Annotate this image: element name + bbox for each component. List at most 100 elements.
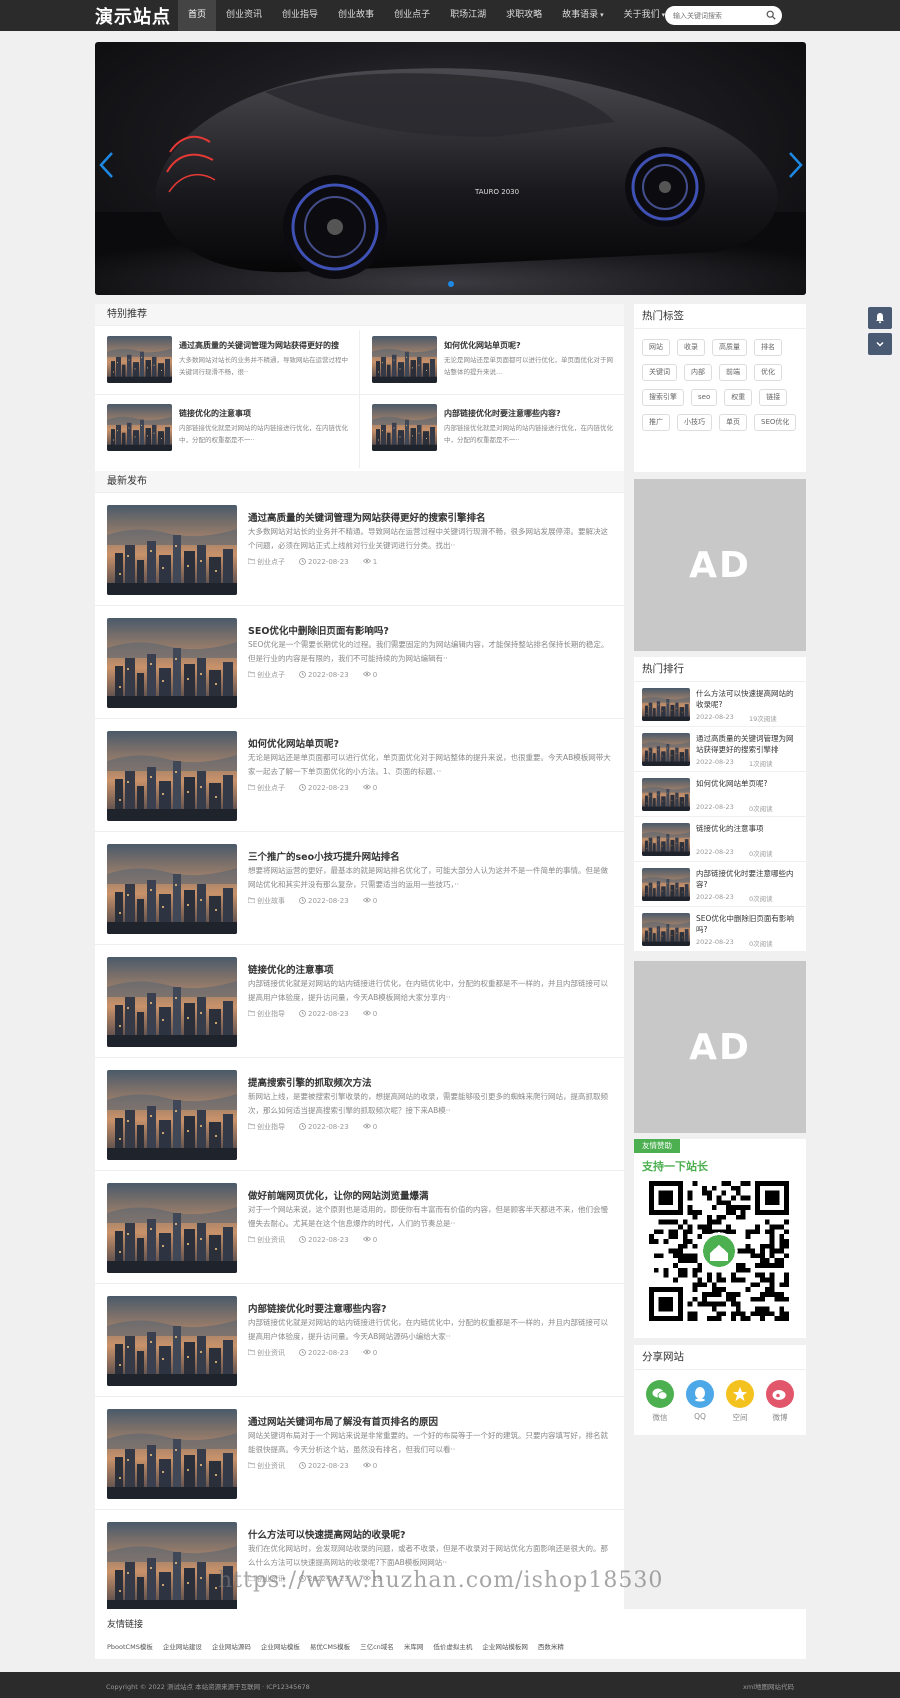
news-item[interactable]: 提高搜索引擎的抓取频次方法 新网站上线，是要被搜索引擎收录的，想提高网站的收录，需…: [95, 1058, 624, 1171]
article-thumbnail[interactable]: [642, 778, 690, 811]
hot-item[interactable]: 通过高质量的关键词管理为网站获得更好的搜索引擎排 2022-08-23 1次阅读: [634, 727, 806, 772]
share-weibo-button[interactable]: 微博: [766, 1380, 794, 1423]
news-title[interactable]: 做好前端网页优化，让你的网站浏览量爆满: [248, 1188, 613, 1202]
special-item-title[interactable]: 如何优化网站单页呢?: [444, 340, 616, 351]
article-thumbnail[interactable]: [107, 1522, 237, 1612]
special-item[interactable]: 如何优化网站单页呢? 无论是网站还是单页面都可以进行优化，单页面优化对于网站整体的…: [360, 330, 624, 392]
banner-next-arrow[interactable]: [785, 150, 805, 180]
friendly-link[interactable]: 企业网站源码: [212, 1641, 251, 1651]
tag-item[interactable]: 前端: [719, 364, 747, 381]
share-qzone-button[interactable]: 空间: [726, 1380, 754, 1423]
special-item[interactable]: 通过高质量的关键词管理为网站获得更好的搜 大多数网站对站长的业务并不精通，导致网站…: [95, 330, 359, 392]
nav-item[interactable]: 创业故事: [328, 0, 384, 31]
news-title[interactable]: 链接优化的注意事项: [248, 962, 613, 976]
article-thumbnail[interactable]: [107, 618, 237, 708]
special-item-title[interactable]: 链接优化的注意事项: [179, 408, 351, 419]
hot-item[interactable]: 链接优化的注意事项 2022-08-23 0次阅读: [634, 817, 806, 862]
article-thumbnail[interactable]: [642, 913, 690, 946]
friendly-link[interactable]: 西数米精: [538, 1641, 564, 1651]
article-thumbnail[interactable]: [107, 1409, 237, 1499]
article-thumbnail[interactable]: [107, 336, 172, 383]
nav-item[interactable]: 求职攻略: [496, 0, 552, 31]
nav-item[interactable]: 故事语录 ▾: [552, 0, 614, 31]
news-item[interactable]: 做好前端网页优化，让你的网站浏览量爆满 对于一个网站来说，这个原则也是适用的，即使…: [95, 1171, 624, 1284]
article-thumbnail[interactable]: [107, 1070, 237, 1160]
tag-item[interactable]: 内部: [684, 364, 712, 381]
nav-item[interactable]: 创业指导: [272, 0, 328, 31]
news-item[interactable]: 什么方法可以快速提高网站的收录呢? 我们在优化网站时，会发现网站收录的问题，或者不…: [95, 1510, 624, 1623]
news-item[interactable]: 链接优化的注意事项 内部链接优化就是对网站的站内链接进行优化，在内链优化中，分配的…: [95, 945, 624, 1058]
search-input[interactable]: [665, 6, 782, 25]
search-icon[interactable]: [766, 10, 776, 20]
tag-item[interactable]: 小技巧: [677, 414, 712, 431]
hot-item[interactable]: SEO优化中删除旧页面有影响吗? 2022-08-23 0次阅读: [634, 907, 806, 952]
hot-item[interactable]: 什么方法可以快速提高网站的收录呢? 2022-08-23 19次阅读: [634, 682, 806, 727]
hot-item-title[interactable]: 如何优化网站单页呢?: [696, 778, 800, 800]
article-thumbnail[interactable]: [107, 731, 237, 821]
news-title[interactable]: 如何优化网站单页呢?: [248, 736, 613, 750]
tag-item[interactable]: 推广: [642, 414, 670, 431]
article-thumbnail[interactable]: [107, 505, 237, 595]
nav-item[interactable]: 首页: [178, 0, 217, 31]
news-title[interactable]: 提高搜索引擎的抓取频次方法: [248, 1075, 613, 1089]
nav-item[interactable]: 创业点子: [384, 0, 440, 31]
tag-item[interactable]: 权重: [724, 389, 753, 406]
nav-item[interactable]: 创业资讯: [216, 0, 272, 31]
friendly-link[interactable]: 三亿cn域名: [360, 1641, 394, 1651]
tag-item[interactable]: 关键词: [642, 364, 677, 381]
hot-item-title[interactable]: 内部链接优化时要注意哪些内容?: [696, 868, 800, 890]
article-thumbnail[interactable]: [642, 733, 690, 766]
news-item[interactable]: 内部链接优化时要注意哪些内容? 内部链接优化就是对网站的站内链接进行优化，在内链优…: [95, 1284, 624, 1397]
friendly-link[interactable]: 企业网站建设: [163, 1641, 202, 1651]
hot-item-title[interactable]: 通过高质量的关键词管理为网站获得更好的搜索引擎排: [696, 733, 800, 755]
friendly-link[interactable]: 低价虚拟主机: [433, 1641, 472, 1651]
news-category[interactable]: 创业故事: [247, 896, 285, 906]
tag-item[interactable]: 排名: [754, 339, 782, 356]
article-thumbnail[interactable]: [642, 868, 690, 901]
article-thumbnail[interactable]: [107, 1183, 237, 1273]
float-notify-button[interactable]: [868, 307, 892, 329]
news-category[interactable]: 创业点子: [247, 557, 285, 567]
hot-item-title[interactable]: 什么方法可以快速提高网站的收录呢?: [696, 688, 800, 710]
nav-item[interactable]: 职场江湖: [440, 0, 496, 31]
special-item-title[interactable]: 内部链接优化时要注意哪些内容?: [444, 408, 616, 419]
tag-item[interactable]: 高质量: [712, 339, 747, 356]
article-thumbnail[interactable]: [372, 404, 437, 451]
news-item[interactable]: 三个推广的seo小技巧提升网站排名 想要将网站运营的更好，最基本的就是网站排名优化…: [95, 832, 624, 945]
hot-item[interactable]: 内部链接优化时要注意哪些内容? 2022-08-23 0次阅读: [634, 862, 806, 907]
friendly-link[interactable]: 易优CMS模板: [310, 1641, 350, 1651]
tag-item[interactable]: 搜索引擎: [642, 389, 684, 406]
news-item[interactable]: SEO优化中删除旧页面有影响吗? SEO优化是一个需要长期优化的过程。我们需要固定…: [95, 606, 624, 719]
news-item[interactable]: 通过网站关键词布局了解没有首页排名的原因 网站关键词布局对于一个网站来说是非常重要…: [95, 1397, 624, 1510]
news-title[interactable]: 三个推广的seo小技巧提升网站排名: [248, 849, 613, 863]
site-logo[interactable]: 演示站点: [95, 3, 171, 29]
news-item[interactable]: 如何优化网站单页呢? 无论是网站还是单页面都可以进行优化，单页面优化对于网站整体的…: [95, 719, 624, 832]
sitemap-link[interactable]: xml地图网站代码: [743, 1681, 794, 1691]
news-title[interactable]: 什么方法可以快速提高网站的收录呢?: [248, 1527, 613, 1541]
article-thumbnail[interactable]: [372, 336, 437, 383]
article-thumbnail[interactable]: [107, 1296, 237, 1386]
tag-item[interactable]: 优化: [754, 364, 782, 381]
tag-item[interactable]: 单页: [719, 414, 747, 431]
friendly-link[interactable]: PbootCMS模板: [107, 1641, 153, 1651]
tag-item[interactable]: 收录: [677, 339, 705, 356]
tag-item[interactable]: 网站: [642, 339, 670, 356]
article-thumbnail[interactable]: [642, 823, 690, 856]
float-scroll-button[interactable]: [868, 333, 892, 355]
banner-slider[interactable]: TAURO 2030: [95, 42, 806, 295]
ad-banner[interactable]: AD: [634, 479, 806, 651]
special-item[interactable]: 内部链接优化时要注意哪些内容? 内部链接优化就是对网站的站内链接进行优化，在内链优…: [360, 398, 624, 460]
hot-item[interactable]: 如何优化网站单页呢? 2022-08-23 0次阅读: [634, 772, 806, 817]
news-title[interactable]: 通过高质量的关键词管理为网站获得更好的搜索引擎排名: [248, 510, 613, 524]
friendly-link[interactable]: 企业网站模板: [261, 1641, 300, 1651]
banner-prev-arrow[interactable]: [97, 150, 117, 180]
hot-item-title[interactable]: SEO优化中删除旧页面有影响吗?: [696, 913, 800, 935]
news-title[interactable]: SEO优化中删除旧页面有影响吗?: [248, 623, 613, 637]
news-category[interactable]: 创业资讯: [247, 1461, 285, 1471]
article-thumbnail[interactable]: [107, 957, 237, 1047]
special-item[interactable]: 链接优化的注意事项 内部链接优化就是对网站的站内链接进行优化，在内链优化中，分配的…: [95, 398, 359, 460]
news-category[interactable]: 创业资讯: [247, 1348, 285, 1358]
friendly-link[interactable]: 米库网: [404, 1641, 424, 1651]
friendly-link[interactable]: 企业网站模板网: [482, 1641, 528, 1651]
news-category[interactable]: 创业点子: [247, 670, 285, 680]
